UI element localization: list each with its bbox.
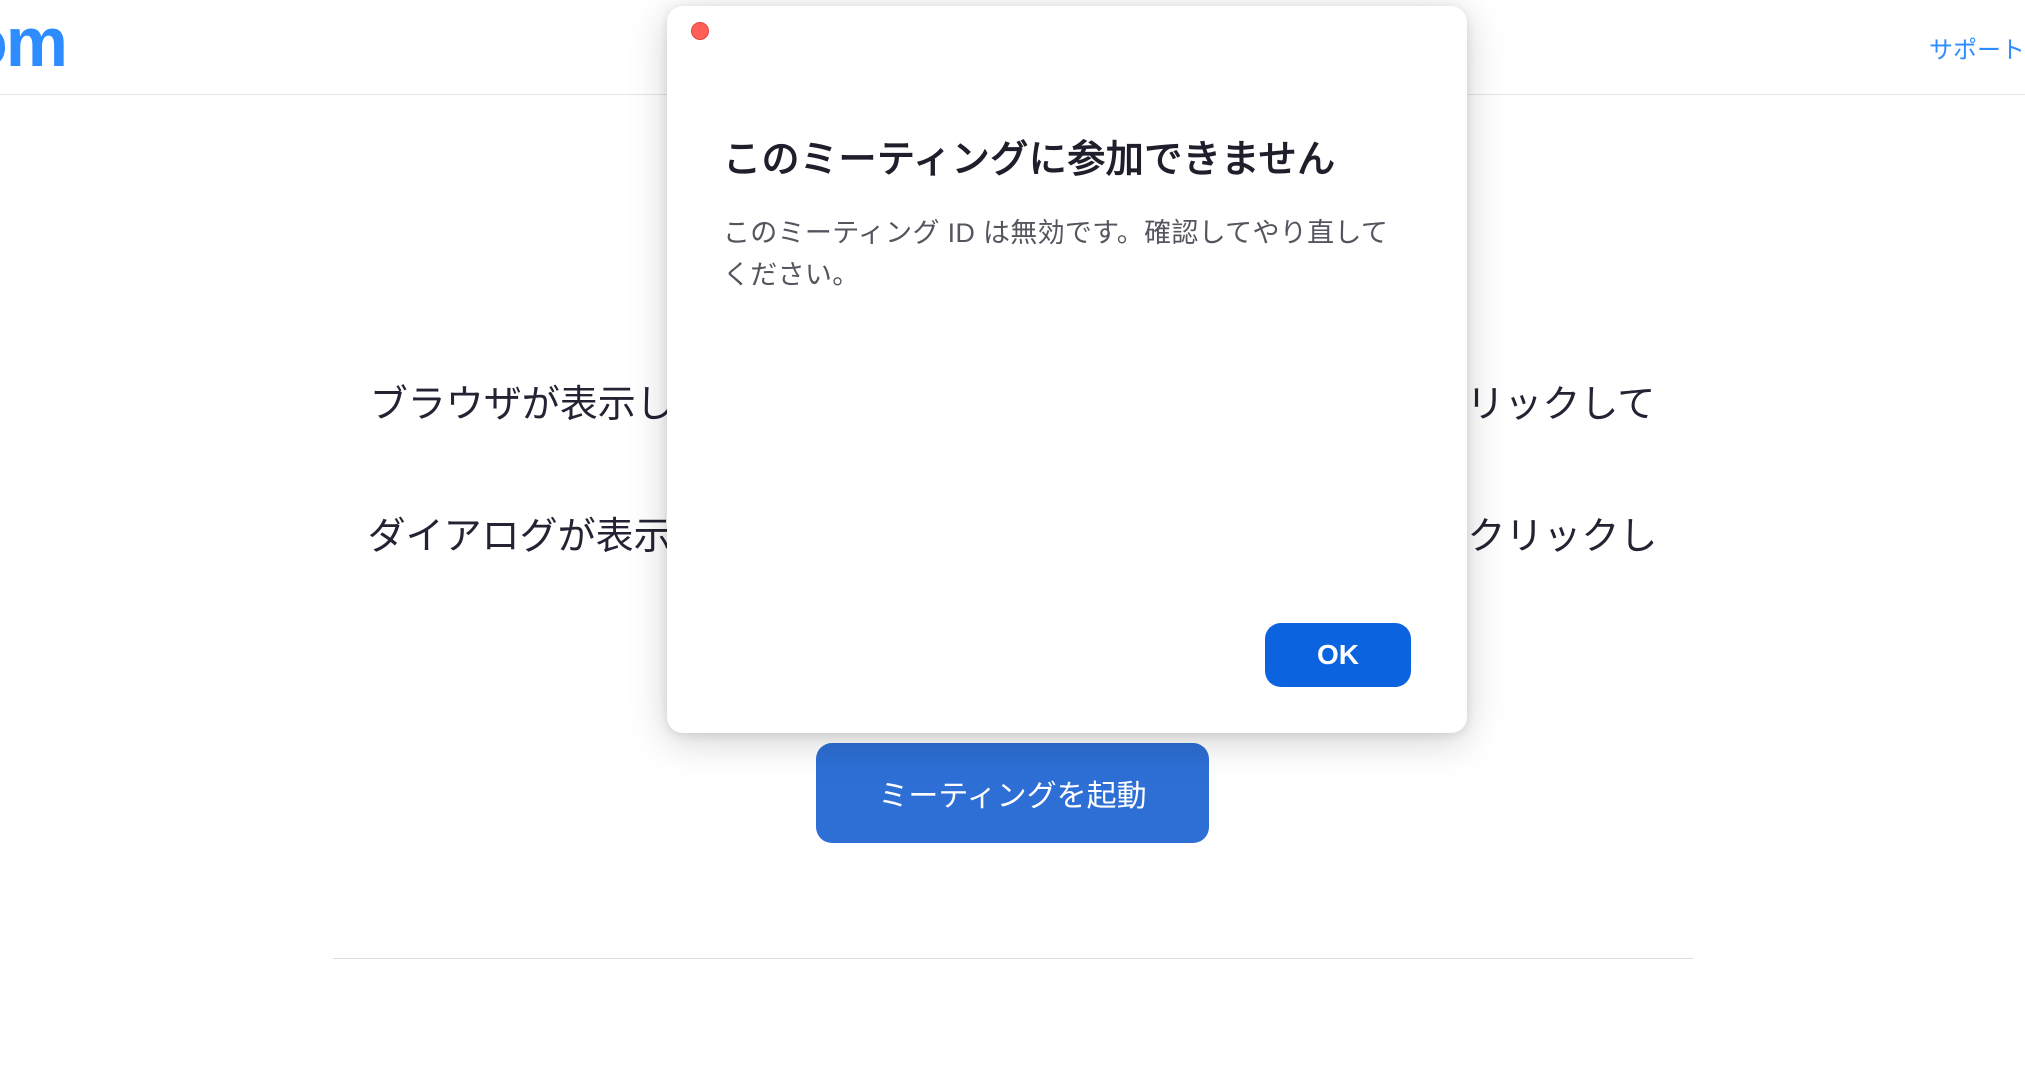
modal-footer: OK [667, 623, 1467, 733]
launch-meeting-button[interactable]: ミーティングを起動 [816, 743, 1208, 843]
close-icon[interactable] [691, 22, 709, 40]
error-modal: このミーティングに参加できません このミーティング ID は無効です。確認してや… [667, 6, 1467, 733]
modal-body: このミーティングに参加できません このミーティング ID は無効です。確認してや… [667, 56, 1467, 623]
ok-button[interactable]: OK [1265, 623, 1411, 687]
modal-titlebar [667, 6, 1467, 56]
zoom-logo: om [0, 2, 66, 82]
divider [333, 958, 1693, 959]
support-link[interactable]: サポート [1929, 30, 2025, 65]
modal-message: このミーティング ID は無効です。確認してやり直してください。 [723, 213, 1411, 297]
modal-title: このミーティングに参加できません [723, 128, 1411, 183]
